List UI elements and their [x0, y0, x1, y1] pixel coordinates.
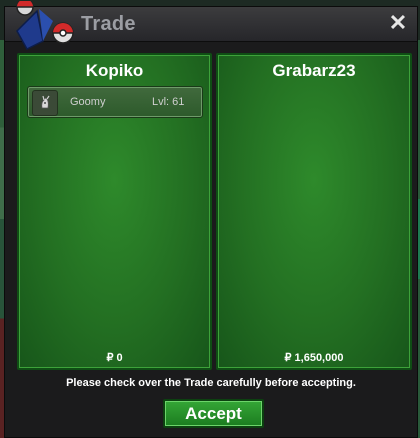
window-title: Trade	[81, 13, 136, 35]
trade-window: Trade ✕ Kopiko Goomy Lvl: 61 ₽0 Grabarz2…	[4, 1, 418, 438]
pokeball-logo-icon	[16, 1, 74, 50]
trade-panel-partner: Grabarz23 ₽1,650,000	[216, 53, 412, 370]
money-amount: ₽1,650,000	[218, 351, 410, 364]
item-level: Lvl: 61	[152, 96, 185, 108]
accept-button[interactable]: Accept	[163, 399, 264, 428]
currency-symbol: ₽	[284, 352, 292, 364]
title-bar[interactable]: Trade ✕	[5, 1, 417, 50]
player-name: Grabarz23	[272, 61, 356, 80]
player-name: Kopiko	[85, 61, 144, 80]
trade-notice: Please check over the Trade carefully be…	[66, 377, 356, 389]
trade-panel-self: Kopiko Goomy Lvl: 61 ₽0	[17, 53, 212, 370]
money-amount: ₽0	[19, 351, 210, 364]
close-icon[interactable]: ✕	[387, 12, 409, 34]
money-value: 1,650,000	[294, 352, 344, 364]
money-value: 0	[116, 352, 123, 364]
pokemon-sprite-icon	[32, 90, 58, 116]
trade-item[interactable]: Goomy Lvl: 61	[27, 86, 203, 118]
item-name: Goomy	[70, 96, 106, 108]
currency-symbol: ₽	[106, 352, 114, 364]
